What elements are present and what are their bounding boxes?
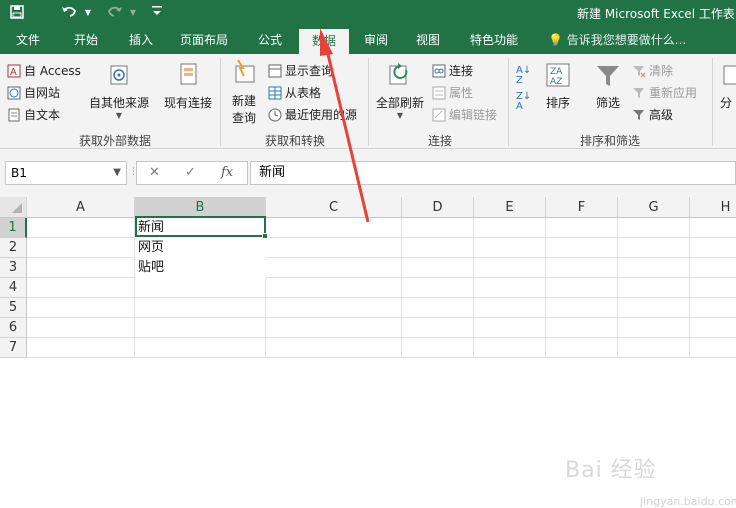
watermark-logo: Bai 经验	[565, 458, 657, 483]
cell[interactable]	[266, 338, 402, 358]
cell[interactable]	[618, 338, 690, 358]
cell[interactable]	[135, 338, 266, 358]
cell[interactable]	[402, 338, 474, 358]
cell[interactable]	[690, 338, 736, 358]
cell[interactable]	[474, 338, 546, 358]
watermark-url: jingyan.baidu.com	[640, 495, 736, 508]
cell[interactable]	[546, 338, 618, 358]
row-header[interactable]: 7	[0, 338, 27, 358]
cell[interactable]	[27, 338, 135, 358]
annotation-arrow	[320, 28, 370, 223]
